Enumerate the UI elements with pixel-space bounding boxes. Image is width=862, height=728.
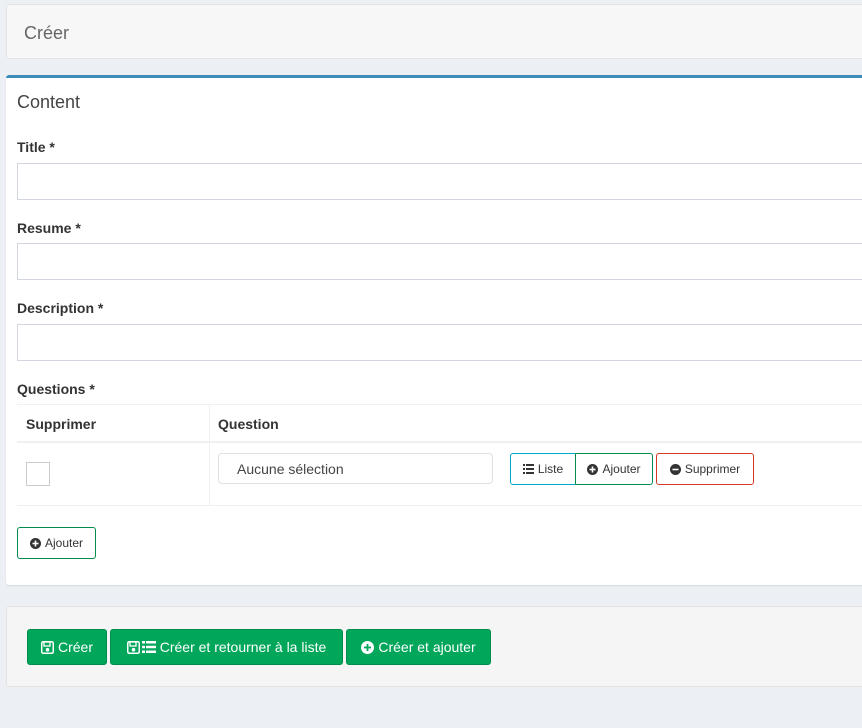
content-box: Content Title * Resume * Description * Q…	[6, 75, 862, 585]
question-select[interactable]: Aucune sélection	[218, 453, 493, 484]
create-return-button-label: Créer et retourner à la liste	[159, 639, 327, 655]
liste-button-label: Liste	[537, 462, 564, 476]
plus-circle-icon	[361, 640, 375, 654]
box-title: Content	[17, 92, 81, 112]
create-add-button-label: Créer et ajouter	[378, 639, 476, 655]
create-add-button[interactable]: Créer et ajouter	[346, 629, 491, 665]
create-button-label: Créer	[57, 639, 93, 655]
column-header-question: Question	[218, 416, 279, 432]
row-add-button[interactable]: Ajouter	[575, 453, 653, 485]
row-delete-button[interactable]: Supprimer	[656, 453, 754, 485]
create-button[interactable]: Créer	[27, 629, 107, 665]
page-title: Créer	[24, 23, 70, 43]
column-header-delete: Supprimer	[26, 416, 97, 432]
resume-input[interactable]	[17, 243, 862, 280]
title-label: Title *	[17, 139, 55, 155]
add-question-button[interactable]: Ajouter	[17, 527, 96, 559]
form-actions: Créer Créer et retourner à la liste Crée…	[6, 606, 862, 687]
resume-label: Resume *	[17, 220, 81, 236]
floppy-disk-icon	[40, 640, 54, 654]
questions-table: Supprimer Question Aucune sélection List…	[17, 404, 862, 506]
row-delete-button-label: Supprimer	[684, 462, 741, 476]
add-question-button-label: Ajouter	[44, 536, 84, 550]
title-input[interactable]	[17, 163, 862, 200]
delete-checkbox[interactable]	[26, 462, 50, 486]
plus-circle-icon	[587, 463, 599, 475]
plus-circle-icon	[29, 537, 41, 549]
floppy-disk-icon	[126, 640, 140, 654]
column-divider	[209, 405, 210, 506]
description-input[interactable]	[17, 324, 862, 361]
list-icon	[522, 464, 534, 474]
page-header: Créer	[6, 4, 862, 59]
row-add-button-label: Ajouter	[602, 462, 641, 476]
table-header: Supprimer Question	[17, 405, 862, 443]
create-return-button[interactable]: Créer et retourner à la liste	[110, 629, 343, 665]
minus-circle-icon	[669, 463, 681, 475]
description-label: Description *	[17, 300, 104, 316]
liste-button[interactable]: Liste	[510, 453, 576, 485]
list-icon	[141, 641, 156, 653]
questions-label: Questions *	[17, 381, 95, 397]
row-divider	[17, 505, 862, 506]
